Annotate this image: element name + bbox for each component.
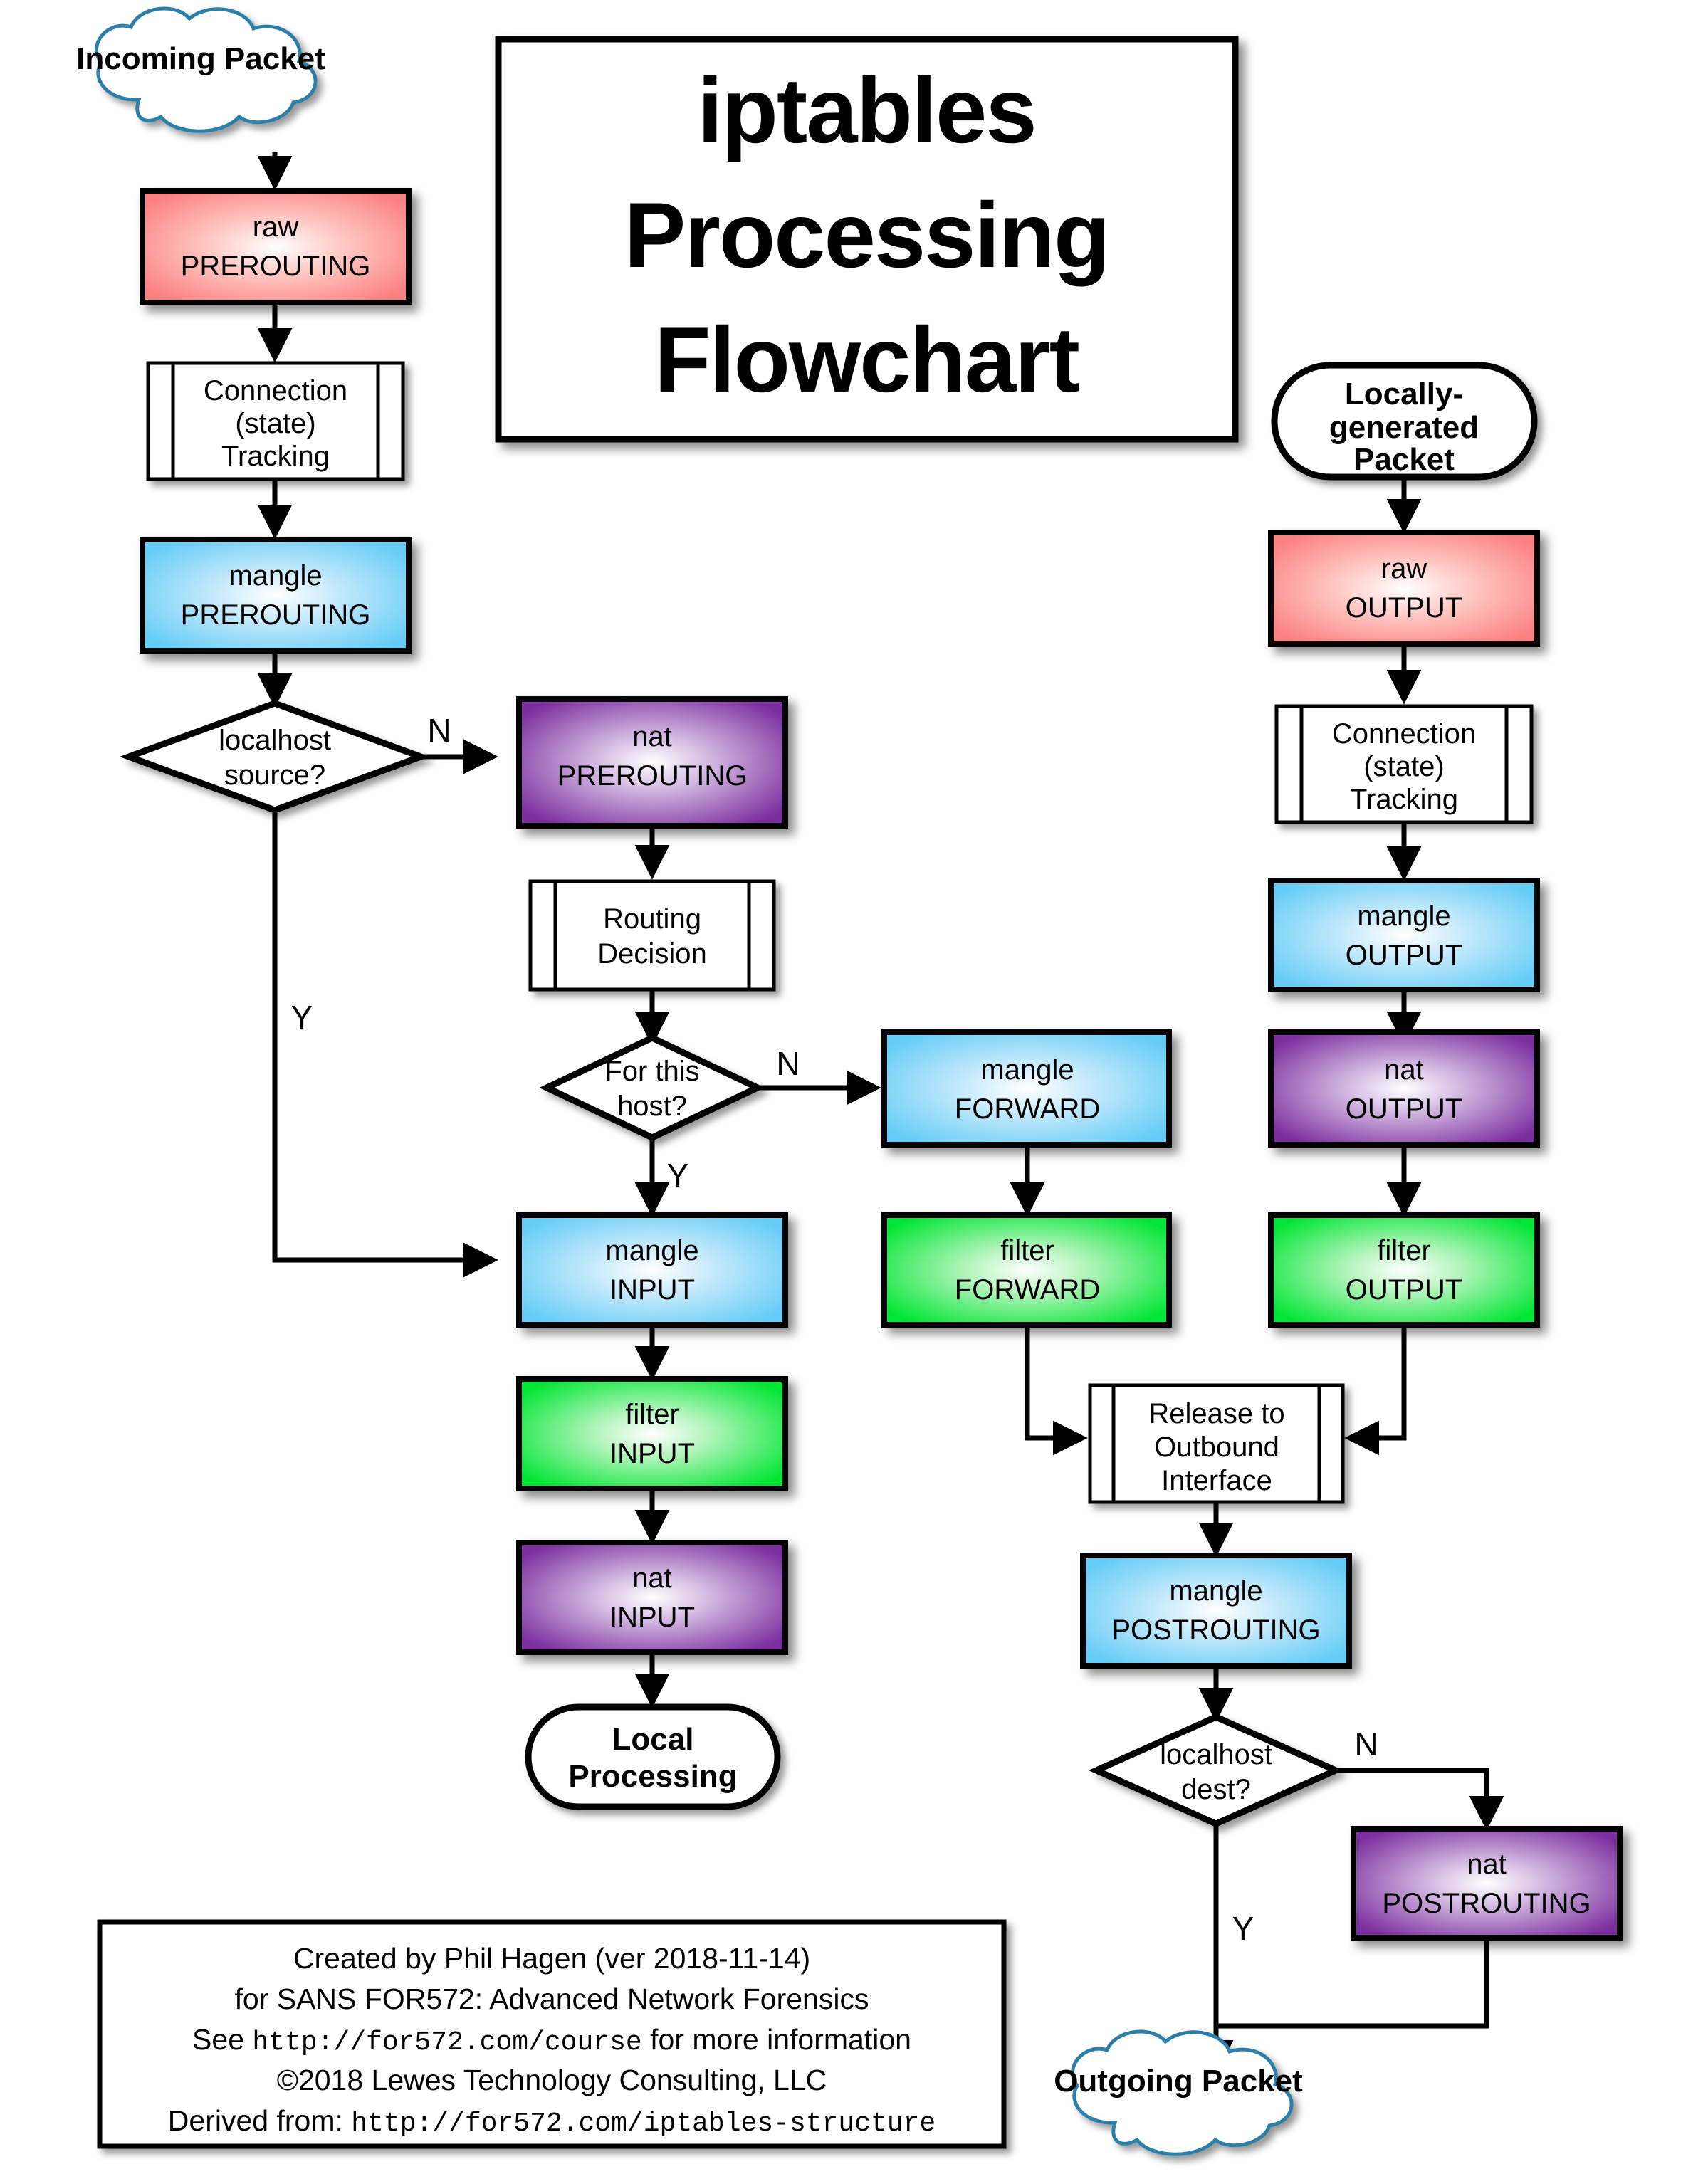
- conntrack-out-line-1: Connection: [1332, 718, 1476, 750]
- footer-line-3-post: for more information: [642, 2023, 911, 2056]
- release-line-3: Interface: [1161, 1465, 1272, 1496]
- nat-postrouting-table: nat: [1467, 1849, 1507, 1880]
- filter-output-table: filter: [1377, 1235, 1431, 1266]
- for-this-host-line-1: For this: [604, 1056, 699, 1087]
- footer-line-3: See http://for572.com/course for more in…: [192, 2023, 911, 2058]
- footer-line-3-pre: See: [192, 2023, 252, 2056]
- routing-decision-line-2: Decision: [597, 938, 706, 970]
- title-line-2: Processing: [624, 183, 1109, 287]
- conntrack-out-line-2: (state): [1363, 751, 1444, 782]
- edge-filteroutput-to-release: [1344, 1325, 1407, 1456]
- edge-localhostsource-y-to-mangleinput: [272, 813, 498, 1278]
- nat-prerouting-table: nat: [632, 721, 672, 752]
- nat-output-table: nat: [1384, 1054, 1424, 1086]
- label-for-this-host-n: N: [776, 1045, 800, 1082]
- title-line-1: iptables: [697, 58, 1035, 162]
- mangle-input-table: mangle: [605, 1235, 698, 1266]
- nat-input-chain: INPUT: [609, 1602, 695, 1633]
- outgoing-packet-label: Outgoing Packet: [1054, 2064, 1303, 2099]
- conntrack-in-line-1: Connection: [204, 375, 347, 406]
- label-localhost-dest-y: Y: [1232, 1910, 1254, 1947]
- raw-output-table: raw: [1381, 553, 1427, 584]
- footer-line-2: for SANS FOR572: Advanced Network Forens…: [235, 1983, 869, 2015]
- local-processing-line-1: Local: [612, 1722, 694, 1757]
- mangle-postrouting-table: mangle: [1169, 1575, 1262, 1607]
- node-routing-decision: [528, 879, 776, 992]
- footer-line-5-pre: Derived from:: [168, 2104, 351, 2137]
- nat-prerouting-chain: PREROUTING: [557, 760, 748, 792]
- locally-generated-line-2: generated: [1329, 410, 1479, 445]
- mangle-output-table: mangle: [1357, 900, 1450, 932]
- footer-line-1: Created by Phil Hagen (ver 2018-11-14): [293, 1942, 810, 1975]
- conntrack-in-line-3: Tracking: [221, 441, 330, 472]
- label-localhost-source-y: Y: [291, 999, 313, 1036]
- mangle-postrouting-chain: POSTROUTING: [1111, 1614, 1320, 1646]
- filter-input-chain: INPUT: [609, 1438, 695, 1469]
- filter-forward-table: filter: [1000, 1235, 1054, 1266]
- incoming-packet-label: Incoming Packet: [76, 41, 325, 76]
- node-nat-postrouting: [1351, 1826, 1623, 1941]
- node-mangle-input: [516, 1212, 788, 1328]
- node-raw-prerouting: [140, 188, 412, 305]
- node-mangle-forward: [881, 1029, 1172, 1148]
- mangle-forward-chain: FORWARD: [955, 1093, 1100, 1125]
- flowchart-canvas: iptables Processing Flowchart Incoming P…: [0, 0, 1708, 2174]
- node-for-this-host-decision: [539, 1034, 765, 1141]
- node-localhost-source-decision: [119, 700, 431, 814]
- nat-input-table: nat: [632, 1563, 672, 1594]
- node-localhost-dest-decision: [1088, 1713, 1344, 1827]
- localhost-dest-line-1: localhost: [1160, 1739, 1272, 1770]
- nat-output-chain: OUTPUT: [1346, 1093, 1462, 1125]
- node-nat-input: [516, 1540, 788, 1655]
- localhost-dest-line-2: dest?: [1181, 1774, 1251, 1805]
- footer-url-course: http://for572.com/course: [252, 2027, 641, 2058]
- footer-line-5: Derived from: http://for572.com/iptables…: [168, 2104, 936, 2139]
- edge-natpostrouting-to-outgoing-join: [1216, 1938, 1489, 2029]
- raw-prerouting-chain: PREROUTING: [181, 251, 371, 282]
- release-line-1: Release to: [1148, 1398, 1284, 1429]
- routing-decision-line-1: Routing: [603, 903, 701, 935]
- node-filter-output: [1268, 1212, 1540, 1328]
- node-filter-forward: [881, 1212, 1172, 1328]
- label-for-this-host-y: Y: [667, 1157, 689, 1194]
- filter-input-table: filter: [625, 1399, 679, 1430]
- locally-generated-line-1: Locally-: [1345, 377, 1463, 411]
- label-localhost-source-n: N: [427, 712, 451, 749]
- node-mangle-output: [1268, 878, 1540, 992]
- localhost-source-line-1: localhost: [219, 725, 331, 756]
- node-mangle-postrouting: [1080, 1553, 1352, 1669]
- node-nat-output: [1268, 1029, 1540, 1148]
- conntrack-in-line-2: (state): [235, 408, 315, 439]
- label-localhost-dest-n: N: [1354, 1726, 1378, 1763]
- filter-output-chain: OUTPUT: [1346, 1274, 1462, 1306]
- node-mangle-prerouting: [140, 537, 412, 654]
- raw-prerouting-table: raw: [253, 211, 299, 243]
- title-line-3: Flowchart: [654, 308, 1079, 411]
- locally-generated-line-3: Packet: [1353, 442, 1455, 477]
- edge-filterforward-to-release: [1025, 1325, 1088, 1456]
- mangle-prerouting-chain: PREROUTING: [181, 599, 371, 631]
- node-raw-output: [1268, 530, 1540, 647]
- localhost-source-line-2: source?: [224, 760, 325, 791]
- release-line-2: Outbound: [1154, 1432, 1279, 1463]
- for-this-host-line-2: host?: [617, 1091, 687, 1122]
- conntrack-out-line-3: Tracking: [1350, 784, 1458, 815]
- nat-postrouting-chain: POSTROUTING: [1382, 1888, 1591, 1919]
- mangle-prerouting-table: mangle: [229, 560, 322, 592]
- edge-localhostdest-n-to-natpostrouting: [1336, 1768, 1504, 1831]
- mangle-output-chain: OUTPUT: [1346, 940, 1462, 971]
- local-processing-line-2: Processing: [568, 1759, 737, 1794]
- filter-forward-chain: FORWARD: [955, 1274, 1100, 1306]
- mangle-forward-table: mangle: [980, 1054, 1074, 1086]
- node-filter-input: [516, 1376, 788, 1491]
- footer-url-structure: http://for572.com/iptables-structure: [351, 2109, 936, 2139]
- mangle-input-chain: INPUT: [609, 1274, 695, 1306]
- footer-line-4: ©2018 Lewes Technology Consulting, LLC: [277, 2064, 827, 2096]
- raw-output-chain: OUTPUT: [1346, 592, 1462, 624]
